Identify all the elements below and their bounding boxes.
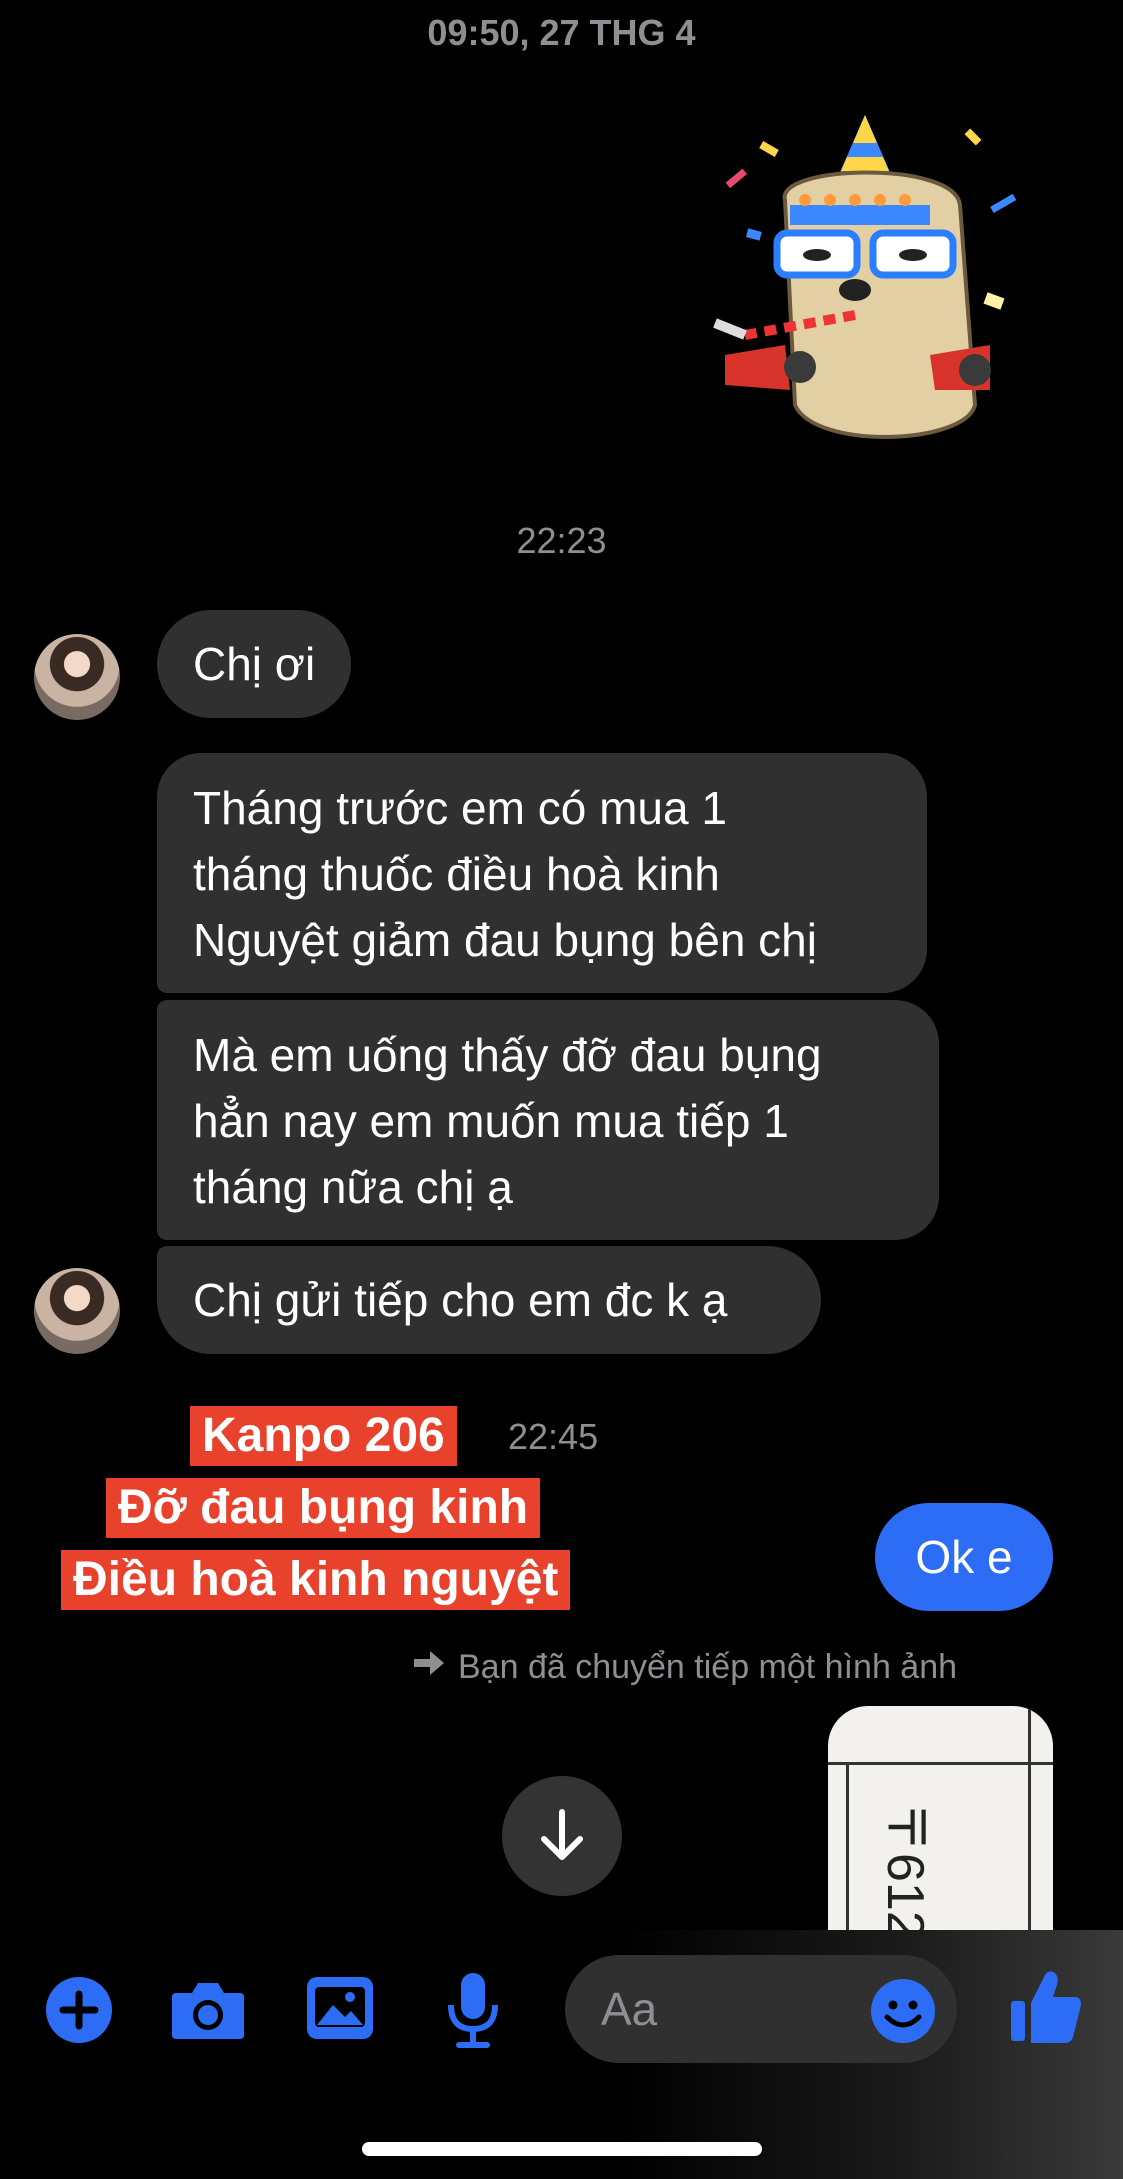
camera-icon[interactable] (170, 1978, 246, 2042)
timestamp-top: 09:50, 27 THG 4 (427, 12, 696, 53)
received-message-bubble[interactable]: Chị ơi (157, 610, 352, 718)
sent-message-bubble[interactable]: Ok e (875, 1503, 1053, 1611)
scroll-to-bottom-button[interactable] (502, 1776, 622, 1896)
contact-avatar[interactable] (34, 1268, 120, 1354)
home-indicator[interactable] (362, 2142, 762, 2156)
caption-line-benefit-2: Điều hoà kinh nguyệt (61, 1550, 571, 1610)
forward-note: Bạn đã chuyển tiếp một hình ảnh (412, 1648, 957, 1687)
plus-circle-icon[interactable] (44, 1975, 114, 2045)
received-message-bubble[interactable]: Mà em uống thấy đỡ đau bụng hẳn nay em m… (157, 1000, 939, 1240)
thumbs-up-icon[interactable] (1008, 1968, 1084, 2046)
caption-line-benefit: Đỡ đau bụng kinh (106, 1478, 541, 1538)
forwarded-image[interactable]: 〒612- (828, 1706, 1053, 1930)
contact-avatar[interactable] (34, 634, 120, 720)
forward-note-text: Bạn đã chuyển tiếp một hình ảnh (458, 1648, 958, 1686)
microphone-icon[interactable] (444, 1970, 502, 2050)
caption-line-product: Kanpo 206 (190, 1406, 457, 1466)
sticker-image (713, 115, 1017, 439)
message-input[interactable] (599, 1981, 873, 2037)
forward-arrow-icon (412, 1648, 446, 1687)
arrow-down-icon (541, 1809, 583, 1860)
received-message-bubble[interactable]: Chị gửi tiếp cho em đc k ạ (157, 1246, 821, 1354)
timestamp-reply: 22:45 (508, 1416, 599, 1457)
image-icon[interactable] (305, 1974, 375, 2042)
received-message-bubble[interactable]: Tháng trước em có mua 1 tháng thuốc điều… (157, 753, 927, 993)
forwarded-image-text: 〒612- (876, 1801, 934, 1930)
birthday-sticker[interactable] (705, 105, 1025, 450)
timestamp-mid: 22:23 (516, 520, 607, 561)
emoji-icon[interactable] (868, 1976, 938, 2046)
